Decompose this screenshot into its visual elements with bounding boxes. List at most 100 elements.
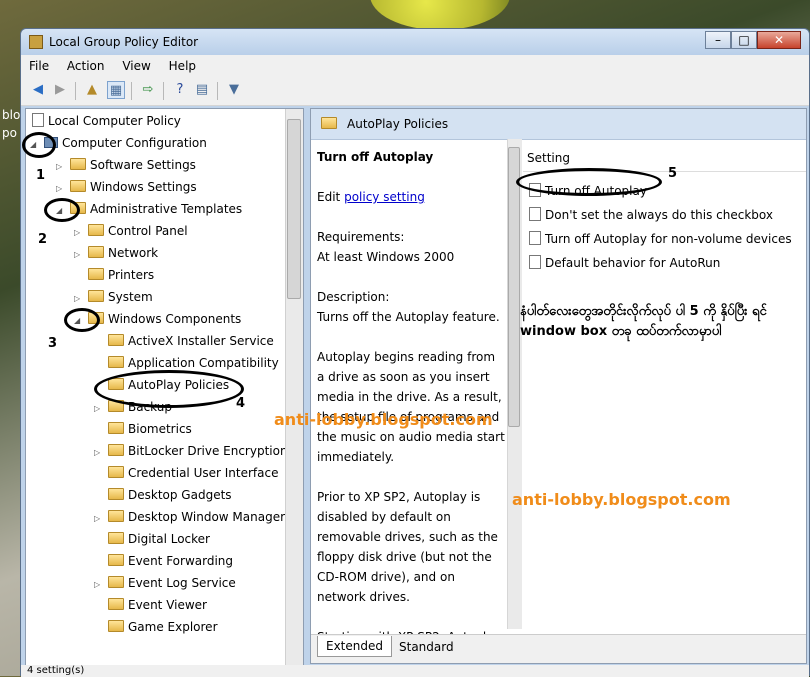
show-hide-tree-icon[interactable]: ▦ bbox=[107, 81, 125, 99]
annotation-number-3: 3 bbox=[48, 336, 58, 351]
properties-icon[interactable]: ▤ bbox=[193, 81, 211, 99]
tree-scroll-thumb[interactable] bbox=[287, 119, 301, 299]
collapsed-arrow-icon[interactable]: ▷ bbox=[94, 509, 106, 529]
tree-item-windows-settings[interactable]: ▷ Windows Settings bbox=[56, 177, 197, 197]
collapsed-arrow-icon[interactable]: ▷ bbox=[74, 245, 86, 265]
annotation-number-2: 2 bbox=[38, 232, 48, 247]
view-tabs: Extended Standard bbox=[311, 634, 806, 663]
folder-icon bbox=[108, 554, 124, 566]
tree-item-event-log-service[interactable]: ▷ Event Log Service bbox=[94, 573, 236, 593]
tree-item-software-settings[interactable]: ▷ Software Settings bbox=[56, 155, 196, 175]
collapsed-arrow-icon[interactable]: ▷ bbox=[74, 289, 86, 309]
folder-icon bbox=[108, 532, 124, 544]
menu-help[interactable]: Help bbox=[161, 55, 202, 73]
tab-standard[interactable]: Standard bbox=[391, 637, 462, 657]
annotation-circle-5 bbox=[516, 168, 662, 196]
tree-item-computer-configuration[interactable]: ◢ Computer Configuration bbox=[30, 133, 207, 153]
window-title: Local Group Policy Editor bbox=[49, 35, 199, 49]
tree-item-desktop-gadgets[interactable]: Desktop Gadgets bbox=[94, 485, 232, 505]
tree-item-game-explorer[interactable]: Game Explorer bbox=[94, 617, 218, 637]
collapsed-arrow-icon[interactable]: ▷ bbox=[56, 157, 68, 177]
requirements-label: Requirements: bbox=[317, 230, 405, 244]
instruction-note: နံပါတ်လေးတွေအတိုင်းလိုက်လုပ် ပါ 5 ကို နှ… bbox=[520, 304, 767, 339]
policy-editor-icon bbox=[29, 35, 43, 49]
folder-icon bbox=[88, 224, 104, 236]
folder-icon bbox=[108, 620, 124, 632]
toolbar: ◀ ▶ ▲ ▦ ⇨ ? ▤ ▼ bbox=[21, 77, 809, 106]
annotation-circle-1 bbox=[22, 132, 56, 158]
folder-icon bbox=[70, 158, 86, 170]
settings-list: Setting Turn off Autoplay Don't set the … bbox=[523, 139, 806, 633]
tree-scrollbar[interactable] bbox=[285, 109, 303, 671]
folder-icon bbox=[108, 422, 124, 434]
annotation-circle-3 bbox=[64, 308, 100, 332]
folder-icon bbox=[108, 334, 124, 346]
desktop-text-2: po bbox=[2, 126, 17, 140]
description-scrollbar[interactable] bbox=[507, 139, 522, 629]
menu-view[interactable]: View bbox=[114, 55, 156, 73]
tree-root[interactable]: Local Computer Policy bbox=[30, 111, 181, 131]
maximize-button[interactable]: □ bbox=[731, 31, 757, 49]
details-header-title: AutoPlay Policies bbox=[347, 117, 449, 131]
tree-item-administrative-templates[interactable]: ◢ Administrative Templates bbox=[56, 199, 242, 219]
folder-icon bbox=[88, 290, 104, 302]
up-folder-icon[interactable]: ▲ bbox=[83, 81, 101, 99]
setting-description: Turn off Autoplay Edit policy setting Re… bbox=[317, 147, 505, 663]
description-title: Turn off Autoplay bbox=[317, 150, 434, 164]
folder-icon bbox=[88, 246, 104, 258]
tree-item-network[interactable]: ▷ Network bbox=[74, 243, 158, 263]
folder-icon bbox=[108, 444, 124, 456]
title-bar[interactable]: Local Group Policy Editor – □ ✕ bbox=[21, 29, 809, 55]
setting-autoplay-non-volume[interactable]: Turn off Autoplay for non-volume devices bbox=[527, 229, 792, 249]
menu-file[interactable]: File bbox=[21, 55, 55, 73]
group-policy-window: Local Group Policy Editor – □ ✕ File Act… bbox=[20, 28, 810, 677]
details-header: AutoPlay Policies bbox=[311, 109, 806, 140]
tree-item-system[interactable]: ▷ System bbox=[74, 287, 153, 307]
setting-icon bbox=[529, 207, 541, 221]
annotation-number-1: 1 bbox=[36, 168, 46, 183]
tree-item-credential-user-interface[interactable]: Credential User Interface bbox=[94, 463, 278, 483]
back-icon[interactable]: ◀ bbox=[29, 81, 47, 99]
setting-dont-set-always-do-this[interactable]: Don't set the always do this checkbox bbox=[527, 205, 773, 225]
annotation-number-4: 4 bbox=[236, 396, 246, 411]
collapsed-arrow-icon[interactable]: ▷ bbox=[94, 575, 106, 595]
tree-item-printers[interactable]: Printers bbox=[74, 265, 154, 285]
folder-icon bbox=[70, 180, 86, 192]
description-para-1: Autoplay begins reading from a drive as … bbox=[317, 350, 505, 464]
description-para-2: Prior to XP SP2, Autoplay is disabled by… bbox=[317, 490, 498, 604]
help-icon[interactable]: ? bbox=[171, 81, 189, 99]
tree-item-event-viewer[interactable]: Event Viewer bbox=[94, 595, 207, 615]
folder-icon bbox=[108, 510, 124, 522]
tree-item-activex-installer-service[interactable]: ActiveX Installer Service bbox=[94, 331, 274, 351]
watermark-2: anti-lobby.blogspot.com bbox=[512, 490, 731, 509]
menu-bar: File Action View Help bbox=[21, 55, 809, 77]
tree-item-bitlocker-drive-encryption[interactable]: ▷ BitLocker Drive Encryption bbox=[94, 441, 288, 461]
filter-icon[interactable]: ▼ bbox=[225, 81, 243, 99]
collapsed-arrow-icon[interactable]: ▷ bbox=[56, 179, 68, 199]
desktop-wallpaper bbox=[370, 0, 510, 30]
collapsed-arrow-icon[interactable]: ▷ bbox=[94, 443, 106, 463]
collapsed-arrow-icon[interactable]: ▷ bbox=[94, 399, 106, 419]
close-button[interactable]: ✕ bbox=[757, 31, 801, 49]
export-list-icon[interactable]: ⇨ bbox=[139, 81, 157, 99]
setting-default-autorun[interactable]: Default behavior for AutoRun bbox=[527, 253, 720, 273]
edit-prefix: Edit bbox=[317, 190, 341, 204]
description-scroll-thumb[interactable] bbox=[508, 147, 520, 427]
collapsed-arrow-icon[interactable]: ▷ bbox=[74, 223, 86, 243]
tree-item-control-panel[interactable]: ▷ Control Panel bbox=[74, 221, 188, 241]
policy-icon bbox=[32, 113, 44, 127]
minimize-button[interactable]: – bbox=[705, 31, 731, 49]
tab-extended[interactable]: Extended bbox=[317, 636, 392, 657]
folder-icon bbox=[88, 268, 104, 280]
folder-icon bbox=[108, 576, 124, 588]
tree-item-desktop-window-manager[interactable]: ▷ Desktop Window Manager bbox=[94, 507, 285, 527]
folder-icon bbox=[321, 117, 337, 129]
setting-icon bbox=[529, 255, 541, 269]
tree-item-digital-locker[interactable]: Digital Locker bbox=[94, 529, 210, 549]
requirements-value: At least Windows 2000 bbox=[317, 250, 455, 264]
tree-item-biometrics[interactable]: Biometrics bbox=[94, 419, 192, 439]
tree-item-event-forwarding[interactable]: Event Forwarding bbox=[94, 551, 233, 571]
policy-setting-link[interactable]: policy setting bbox=[344, 190, 425, 204]
forward-icon[interactable]: ▶ bbox=[51, 81, 69, 99]
menu-action[interactable]: Action bbox=[59, 55, 111, 73]
